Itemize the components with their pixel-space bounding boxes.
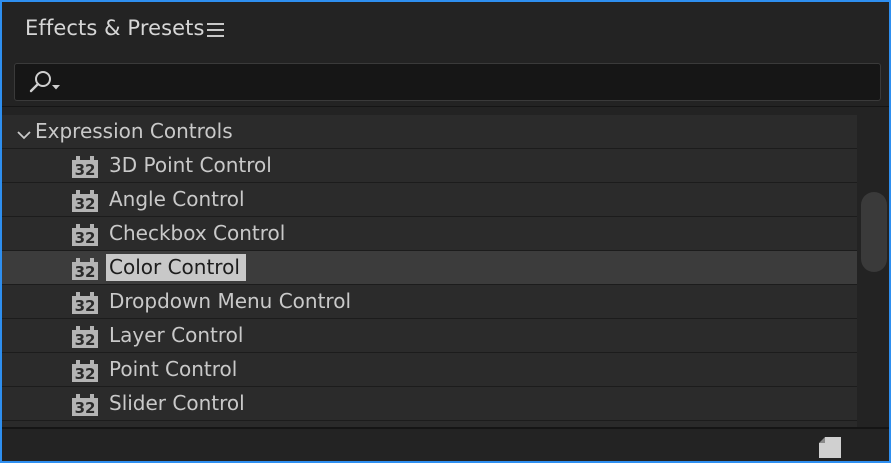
badge-text: 32 [75,331,96,348]
32-bit-badge-icon: 32 [72,224,98,247]
tree-item-label: Dropdown Menu Control [109,289,352,313]
panel-header: Effects & Presets [2,2,889,58]
tree-group-expression-controls[interactable]: Expression Controls [2,115,857,149]
32-bit-badge-icon: 32 [72,258,98,281]
badge-text: 32 [75,365,96,382]
tree-item-label: Point Control [109,357,238,381]
hamburger-menu-icon[interactable] [207,23,224,37]
tree-item-label: Layer Control [109,323,244,347]
tree-item-label-selected: Color Control [106,254,246,281]
tree-group-label: Expression Controls [35,119,233,143]
32-bit-badge-icon: 32 [72,190,98,213]
32-bit-badge-icon: 32 [72,394,98,417]
scrollbar-thumb[interactable] [861,192,887,272]
badge-text: 32 [75,263,96,280]
badge-text: 32 [75,161,96,178]
tree-item-label: Angle Control [109,187,245,211]
tree-item-layer-control[interactable]: 32 Layer Control [2,319,857,353]
32-bit-badge-icon: 32 [72,326,98,349]
panel-title: Effects & Presets [25,16,205,40]
badge-text: 32 [75,195,96,212]
search-icon[interactable] [28,70,62,94]
tree-item-dropdown-menu-control[interactable]: 32 Dropdown Menu Control [2,285,857,319]
effects-presets-panel: Effects & Presets Expression Controls 32… [0,0,891,463]
32-bit-badge-icon: 32 [72,292,98,315]
tree-item-color-control[interactable]: 32 Color Control [2,251,857,285]
badge-text: 32 [75,399,96,416]
new-bin-icon[interactable] [817,435,843,459]
chevron-down-icon[interactable] [16,126,32,140]
search-field [14,63,881,101]
badge-text: 32 [75,297,96,314]
tree-item-angle-control[interactable]: 32 Angle Control [2,183,857,217]
effects-tree: Expression Controls 32 3D Point Control … [2,115,857,427]
32-bit-badge-icon: 32 [72,156,98,179]
list-divider [2,106,889,107]
tree-item-3d-point-control[interactable]: 32 3D Point Control [2,149,857,183]
tree-item-point-control[interactable]: 32 Point Control [2,353,857,387]
tree-item-label: Checkbox Control [109,221,286,245]
tree-item-slider-control[interactable]: 32 Slider Control [2,387,857,421]
tree-item-label: Slider Control [109,391,245,415]
panel-footer [2,427,889,461]
search-input[interactable] [75,68,865,96]
badge-text: 32 [75,229,96,246]
tree-item-checkbox-control[interactable]: 32 Checkbox Control [2,217,857,251]
32-bit-badge-icon: 32 [72,360,98,383]
tree-item-label: 3D Point Control [109,153,272,177]
